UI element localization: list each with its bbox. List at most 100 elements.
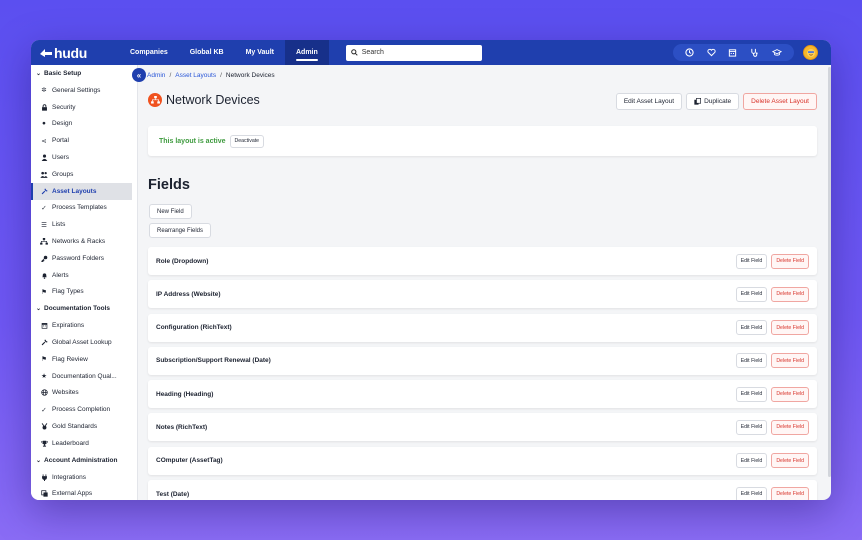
field-row: Role (Dropdown) Edit Field Delete Field: [148, 247, 817, 275]
delete-field-button[interactable]: Delete Field: [771, 320, 809, 336]
sidebar-item-design[interactable]: ● Design: [31, 116, 137, 133]
sidebar-item-flag-types[interactable]: ⚑ Flag Types: [31, 284, 137, 301]
new-field-button[interactable]: New Field: [149, 204, 192, 219]
delete-field-button[interactable]: Delete Field: [771, 286, 809, 302]
sidebar-item-portal[interactable]: ⋖ Portal: [31, 132, 137, 149]
nav-admin[interactable]: Admin: [284, 40, 329, 65]
field-row: IP Address (Website) Edit Field Delete Fi…: [148, 280, 817, 309]
deactivate-button[interactable]: Deactivate: [229, 134, 265, 148]
delete-field-button[interactable]: Delete Field: [771, 453, 809, 469]
check-icon: ✓: [41, 406, 47, 414]
delete-field-button[interactable]: Delete Field: [771, 253, 809, 269]
edit-asset-layout-button[interactable]: Edit Asset Layout: [615, 93, 683, 110]
edit-field-button[interactable]: Edit Field: [735, 386, 768, 402]
delete-field-button[interactable]: Delete Field: [771, 486, 809, 500]
sidebar-item-asset-layouts[interactable]: Asset Layouts: [31, 182, 132, 200]
sidebar-scrollbar[interactable]: [137, 75, 138, 395]
field-name: Configuration (RichText): [156, 324, 232, 332]
sidebar-item-external-apps[interactable]: External Apps: [31, 486, 137, 500]
delete-field-button[interactable]: Delete Field: [771, 353, 809, 369]
edit-field-button[interactable]: Edit Field: [735, 320, 768, 336]
edit-field-button[interactable]: Edit Field: [735, 286, 768, 302]
sidebar-item-groups[interactable]: Groups: [31, 166, 137, 183]
user-icon: [40, 154, 48, 162]
field-name: Notes (RichText): [156, 423, 208, 431]
plug-icon: [40, 473, 48, 481]
sidebar-item-users[interactable]: Users: [31, 149, 137, 166]
sidebar-item-integrations[interactable]: Integrations: [31, 469, 137, 486]
list-icon: ☰: [41, 221, 47, 229]
edit-field-button[interactable]: Edit Field: [735, 353, 768, 369]
search-input[interactable]: Search: [345, 44, 482, 61]
avatar-face-icon: [806, 48, 815, 57]
sidebar-item-leaderboard[interactable]: Leaderboard: [31, 435, 137, 452]
app-window: hudu Companies Global KB My Vault Admin …: [31, 40, 831, 500]
section-documentation-tools[interactable]: ⌄ Documentation Tools: [31, 300, 137, 317]
apps-icon: [40, 490, 48, 498]
edit-field-button[interactable]: Edit Field: [735, 419, 768, 435]
star-icon: ★: [41, 373, 47, 381]
sidebar-item-networks-racks[interactable]: Networks & Racks: [31, 233, 137, 250]
main-scrollbar[interactable]: [828, 67, 831, 477]
sidebar-item-security[interactable]: Security: [31, 99, 137, 116]
sidebar-item-websites[interactable]: Websites: [31, 385, 137, 402]
field-name: Test (Date): [156, 490, 190, 498]
search-placeholder: Search: [361, 49, 384, 56]
layout-status-card: This layout is active Deactivate: [148, 126, 817, 156]
breadcrumb-asset-layouts[interactable]: Asset Layouts: [175, 72, 216, 79]
edit-field-button[interactable]: Edit Field: [735, 453, 768, 469]
chevron-down-icon: ⌄: [36, 71, 42, 77]
section-account-administration[interactable]: ⌄ Account Administration: [31, 452, 137, 469]
sidebar-item-password-folders[interactable]: Password Folders: [31, 250, 137, 267]
calendar-icon: [40, 322, 48, 329]
wrench-icon: [40, 339, 48, 346]
network-icon: [40, 238, 48, 245]
palette-icon: ●: [42, 120, 46, 128]
nav-companies[interactable]: Companies: [119, 40, 179, 65]
share-icon: ⋖: [41, 137, 47, 145]
admin-sidebar: ⌄ Basic Setup ✲ General Settings Security …: [31, 65, 138, 500]
sidebar-item-expirations[interactable]: Expirations: [31, 317, 137, 334]
section-basic-setup[interactable]: ⌄ Basic Setup: [31, 65, 137, 82]
sidebar-item-general-settings[interactable]: ✲ General Settings: [31, 82, 137, 99]
field-name: Subscription/Support Renewal (Date): [156, 357, 271, 365]
sidebar-item-flag-review[interactable]: ⚑ Flag Review: [31, 351, 137, 368]
delete-field-button[interactable]: Delete Field: [771, 419, 809, 435]
sidebar-item-gold-standards[interactable]: Gold Standards: [31, 418, 137, 435]
check-icon: ✓: [41, 204, 47, 212]
wrench-icon: [40, 188, 48, 195]
user-avatar[interactable]: [803, 45, 818, 60]
edit-field-button[interactable]: Edit Field: [735, 253, 768, 269]
sidebar-item-lists[interactable]: ☰ Lists: [31, 216, 137, 233]
main-content: Admin / Asset Layouts / Network Devices Netw…: [139, 65, 831, 500]
clock-icon[interactable]: [685, 48, 694, 57]
sidebar-item-process-completion[interactable]: ✓ Process Completion: [31, 401, 137, 418]
nav-global-kb[interactable]: Global KB: [179, 40, 235, 65]
field-list: Role (Dropdown) Edit Field Delete Field I…: [148, 247, 817, 500]
sidebar-item-alerts[interactable]: Alerts: [31, 267, 137, 284]
graduation-cap-icon[interactable]: [771, 48, 782, 57]
rearrange-fields-button[interactable]: Rearrange Fields: [149, 223, 212, 238]
field-name: COmputer (AssetTag): [156, 457, 223, 465]
nav-my-vault[interactable]: My Vault: [235, 40, 285, 65]
edit-field-button[interactable]: Edit Field: [735, 486, 768, 500]
hudu-logo[interactable]: hudu: [39, 45, 119, 61]
delete-field-button[interactable]: Delete Field: [771, 386, 809, 402]
header-actions: Edit Asset Layout Duplicate Delete Asset…: [615, 93, 817, 110]
collapse-sidebar-button[interactable]: «: [132, 68, 146, 82]
duplicate-button[interactable]: Duplicate: [686, 93, 740, 110]
field-actions: New Field Rearrange Fields: [149, 204, 212, 238]
trophy-icon: [40, 440, 48, 447]
double-chevron-left-icon: «: [136, 70, 142, 80]
delete-asset-layout-button[interactable]: Delete Asset Layout: [743, 93, 817, 110]
sidebar-item-global-asset-lookup[interactable]: Global Asset Lookup: [31, 334, 137, 351]
quick-icons-bar: [673, 44, 794, 61]
breadcrumb-admin[interactable]: Admin: [147, 72, 165, 79]
sidebar-item-process-templates[interactable]: ✓ Process Templates: [31, 200, 137, 217]
field-row: Test (Date) Edit Field Delete Field: [148, 480, 817, 500]
heart-icon[interactable]: [707, 48, 716, 57]
sidebar-item-documentation-quality[interactable]: ★ Documentation Qual...: [31, 368, 137, 385]
stethoscope-icon[interactable]: [750, 48, 759, 57]
calendar-icon[interactable]: [728, 48, 737, 57]
gear-icon: ✲: [41, 87, 47, 95]
